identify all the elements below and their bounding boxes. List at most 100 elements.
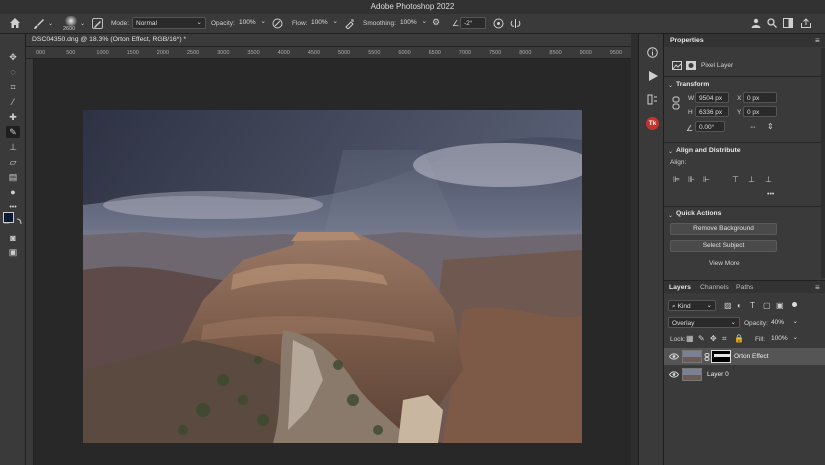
eyedropper-tool-icon[interactable]: ⁄ [6, 96, 20, 108]
ruler-tick-label: 3000 [217, 50, 230, 56]
pressure-size-icon[interactable] [493, 18, 504, 29]
blur-tool-icon[interactable]: ● [6, 186, 20, 198]
smoothing-field[interactable]: 100% ⌄ [397, 17, 429, 29]
visibility-eye-icon[interactable] [669, 353, 679, 360]
flow-field[interactable]: 100% ⌄ [308, 17, 340, 29]
foreground-color-swatch[interactable] [3, 212, 14, 223]
fill-field[interactable]: 100% ⌄ [768, 333, 798, 344]
chevron-down-icon[interactable]: ⌄ [48, 20, 53, 29]
lock-paint-icon[interactable]: ✎ [698, 334, 705, 343]
gradient-tool-icon[interactable]: ▤ [6, 171, 20, 183]
align-bottom-icon[interactable]: ⊥ [765, 175, 772, 184]
filter-adjustment-icon[interactable]: ◐ [737, 301, 742, 310]
chevron-down-icon[interactable]: ⌄ [668, 212, 673, 221]
share-icon[interactable] [800, 18, 812, 28]
gear-icon[interactable]: ⚙ [432, 18, 440, 27]
flip-vertical-icon[interactable]: ⇕ [767, 122, 774, 131]
align-middle-icon[interactable]: ⊥ [748, 175, 755, 184]
mask-link-icon[interactable] [704, 353, 710, 361]
width-field[interactable]: 9504 px [695, 92, 729, 103]
ruler-tick-label: 2500 [187, 50, 200, 56]
crop-tool-icon[interactable]: ⌗ [6, 81, 20, 93]
x-field[interactable]: 0 px [743, 92, 777, 103]
marquee-tool-icon[interactable]: ◌ [6, 66, 20, 78]
chevron-down-icon[interactable]: ⌄ [668, 82, 673, 91]
document-tab[interactable]: DSC04350.dng @ 18.3% (Orton Effect, RGB/… [32, 36, 186, 43]
adjustments-icon[interactable] [647, 94, 658, 105]
menu-icon[interactable]: ≡ [815, 283, 820, 292]
plugin-icon[interactable]: Tk [646, 117, 659, 130]
angle-field[interactable]: 0.00° [695, 121, 725, 132]
play-icon[interactable] [648, 71, 658, 81]
vertical-ruler [26, 59, 34, 465]
tab-channels[interactable]: Channels [695, 281, 734, 294]
app-title: Adobe Photoshop 2022 [370, 2, 455, 11]
layer-opacity-field[interactable]: 40% ⌄ [768, 317, 798, 328]
lock-position-icon[interactable]: ✥ [710, 334, 717, 343]
visibility-eye-icon[interactable] [669, 371, 679, 378]
more-options-icon[interactable]: ••• [767, 190, 774, 199]
align-right-icon[interactable]: ⊩ [703, 175, 710, 184]
ruler-tick-label: 9500 [609, 50, 623, 56]
pressure-opacity-icon[interactable] [272, 18, 283, 29]
tab-layers[interactable]: Layers [664, 281, 696, 294]
mask-icon[interactable] [686, 61, 696, 70]
align-top-icon[interactable]: ⊤ [732, 175, 739, 184]
view-more-link[interactable]: View More [709, 260, 740, 267]
user-icon[interactable] [751, 18, 761, 28]
filter-smart-object-icon[interactable]: ▣ [776, 301, 784, 310]
layer-name: Orton Effect [734, 353, 769, 360]
info-icon[interactable] [647, 47, 658, 58]
align-left-icon[interactable]: ⊫ [673, 175, 680, 184]
tab-paths[interactable]: Paths [731, 281, 758, 294]
ruler-tick-label: 3500 [247, 50, 260, 56]
quick-mask-icon[interactable]: ◙ [6, 232, 20, 244]
airbrush-icon[interactable] [344, 18, 355, 29]
screen-mode-icon[interactable]: ▣ [6, 246, 20, 258]
chevron-down-icon[interactable]: ⌄ [80, 20, 85, 29]
clone-stamp-tool-icon[interactable]: ⊥ [6, 141, 20, 153]
blend-mode-select[interactable]: Overlay ⌄ [668, 317, 740, 328]
workspace-icon[interactable] [783, 18, 793, 28]
symmetry-icon[interactable] [510, 18, 521, 29]
height-field[interactable]: 6336 px [695, 106, 729, 117]
document-image[interactable] [83, 110, 582, 443]
filter-pixel-icon[interactable]: ▨ [724, 301, 732, 310]
filter-type-icon[interactable]: T [750, 301, 755, 310]
document-tab-bar: DSC04350.dng @ 18.3% (Orton Effect, RGB/… [26, 34, 638, 47]
filter-kind-select[interactable]: ⌕ Kind ⌄ [668, 300, 716, 311]
chevron-down-icon[interactable]: ⌄ [668, 148, 673, 157]
properties-scrollbar[interactable] [821, 48, 825, 278]
vertical-scrollbar[interactable] [631, 34, 638, 465]
link-icon[interactable] [672, 96, 680, 110]
ruler-tick-label: 1000 [96, 50, 109, 56]
eraser-tool-icon[interactable]: ▱ [6, 156, 20, 168]
layers-tab-bar: Layers Channels Paths ≡ [664, 280, 825, 293]
brush-preset-preview[interactable] [64, 16, 78, 26]
angle-field[interactable]: -2° [460, 17, 486, 29]
mode-select[interactable]: Normal ⌄ [132, 17, 206, 29]
lock-transparent-icon[interactable]: ▦ [686, 334, 694, 343]
filter-toggle[interactable] [792, 302, 797, 307]
lock-artboard-icon[interactable]: ⌗ [722, 334, 727, 343]
move-tool-icon[interactable]: ✥ [6, 51, 20, 63]
align-center-icon[interactable]: ⊪ [688, 175, 695, 184]
menu-icon[interactable]: ≡ [815, 36, 820, 45]
layer-mask-thumbnail[interactable] [711, 350, 731, 363]
lock-all-icon[interactable]: 🔒 [734, 334, 744, 343]
panel-icon-strip: Tk [638, 34, 664, 465]
select-subject-button[interactable]: Select Subject [670, 240, 777, 252]
brush-tool-icon[interactable] [33, 18, 45, 30]
search-icon[interactable] [767, 18, 777, 28]
filter-shape-icon[interactable]: ▢ [763, 301, 771, 310]
remove-background-button[interactable]: Remove Background [670, 223, 777, 235]
brush-tool-icon[interactable]: ✎ [6, 126, 20, 138]
opacity-field[interactable]: 100% ⌄ [236, 17, 268, 29]
y-field[interactable]: 0 px [743, 106, 777, 117]
layer-row-orton-effect[interactable]: Orton Effect [664, 348, 825, 365]
layer-row-layer-0[interactable]: Layer 0 [664, 366, 825, 383]
brush-settings-icon[interactable] [92, 18, 103, 29]
flip-horizontal-icon[interactable]: ⇔ [749, 122, 757, 131]
home-icon[interactable] [9, 17, 21, 29]
healing-brush-tool-icon[interactable]: ✚ [6, 111, 20, 123]
